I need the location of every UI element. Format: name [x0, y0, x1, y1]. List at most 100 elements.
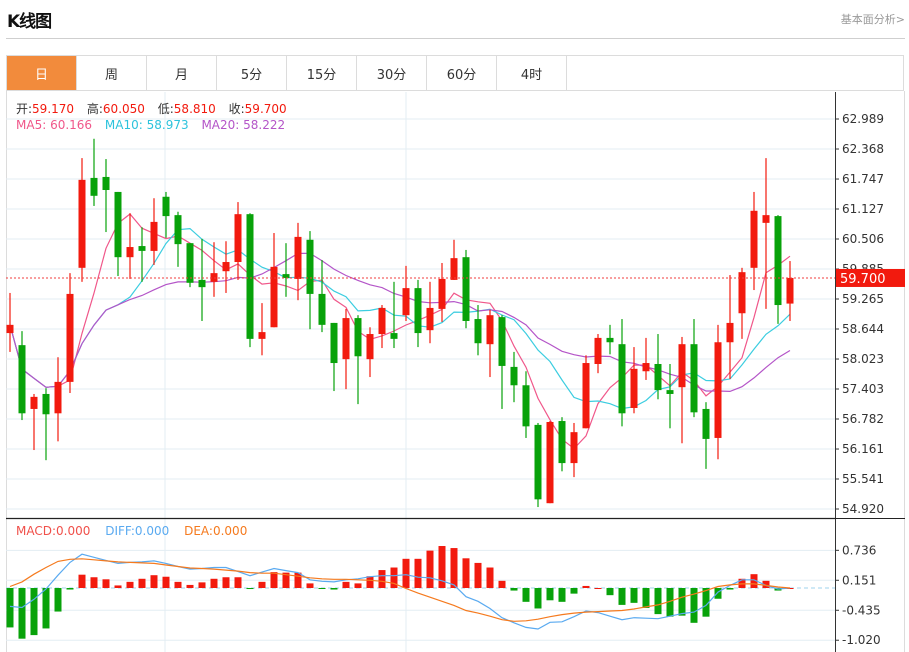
- macd-bar: [294, 572, 302, 588]
- candle: [102, 159, 110, 233]
- macd-bar: [6, 588, 14, 628]
- macd-bar: [498, 580, 506, 588]
- macd-bar: [222, 577, 230, 588]
- macd-bar: [714, 588, 722, 599]
- candle: [474, 305, 482, 356]
- candle-body: [714, 342, 722, 438]
- candle-body: [354, 318, 362, 357]
- price-tick-label: 54.920: [842, 502, 884, 516]
- macd-bar: [426, 550, 434, 588]
- macd-tick-label: 0.736: [842, 543, 876, 557]
- macd-bar: [366, 576, 374, 588]
- macd-bar: [114, 585, 122, 588]
- macd-bar: [66, 588, 74, 590]
- candle: [174, 211, 182, 267]
- close-value: 59.700: [244, 102, 287, 116]
- price-tick-label: 58.644: [842, 322, 884, 336]
- candle: [186, 243, 194, 288]
- macd-bar: [642, 588, 650, 608]
- candle-body: [762, 215, 770, 223]
- kline-chart[interactable]: 62.98962.36861.74761.12760.50659.88559.2…: [0, 0, 909, 652]
- candle-body: [546, 422, 554, 504]
- macd-bar: [54, 588, 62, 612]
- macd-bar: [594, 588, 602, 589]
- candle: [486, 309, 494, 378]
- candle: [462, 249, 470, 329]
- candle: [618, 319, 626, 427]
- macd-bar: [186, 584, 194, 588]
- price-tick-label: 55.541: [842, 472, 884, 486]
- price-tick-label: 59.265: [842, 292, 884, 306]
- candle: [426, 281, 434, 344]
- macd-bar: [270, 572, 278, 588]
- candle-body: [294, 236, 302, 279]
- macd-bar: [150, 575, 158, 588]
- macd-bar: [18, 588, 26, 639]
- macd-bar: [462, 558, 470, 588]
- ma20-line: [9, 252, 791, 393]
- candle-body: [162, 196, 170, 217]
- current-price-label: 59.700: [840, 272, 886, 287]
- candle: [366, 327, 374, 378]
- candle-body: [366, 334, 374, 360]
- candle-body: [438, 278, 446, 309]
- macd-legend: MACD:0.000 DIFF:0.000 DEA:0.000: [16, 524, 247, 538]
- candle: [570, 422, 578, 478]
- macd-bar: [378, 570, 386, 588]
- price-tick-label: 61.747: [842, 172, 884, 186]
- ma-legend: MA5: 60.166 MA10: 58.973 MA20: 58.222: [16, 118, 285, 132]
- candle: [6, 292, 14, 352]
- candle: [522, 371, 530, 438]
- candle: [438, 262, 446, 322]
- candle-body: [30, 396, 38, 409]
- candle: [654, 334, 662, 400]
- macd-bar: [258, 581, 266, 588]
- candle-body: [54, 381, 62, 414]
- high-value: 60.050: [102, 102, 145, 116]
- candle-body: [726, 322, 734, 343]
- macd-bar: [354, 583, 362, 588]
- candle-body: [702, 408, 710, 439]
- candle-body: [282, 274, 290, 278]
- macd-bar: [726, 588, 734, 590]
- candle: [150, 198, 158, 265]
- candle-body: [426, 307, 434, 331]
- candle: [630, 347, 638, 414]
- candle: [330, 322, 338, 392]
- close-label: 收:: [228, 102, 245, 116]
- price-tick-label: 60.506: [842, 232, 884, 246]
- price-tick-label: 57.403: [842, 382, 884, 396]
- candle-body: [174, 215, 182, 245]
- candle-body: [522, 385, 530, 427]
- price-tick-label: 62.989: [842, 112, 884, 126]
- macd-bar: [618, 588, 626, 605]
- candle-body: [234, 214, 242, 263]
- candle: [54, 357, 62, 442]
- candle: [246, 213, 254, 348]
- dea-label: DEA:: [184, 524, 213, 538]
- candle-body: [222, 262, 230, 272]
- ohlc-legend: 开:59.170 高:60.050 低:58.810 收:59.700: [16, 100, 287, 117]
- macd-bar: [450, 548, 458, 588]
- candle: [774, 215, 782, 324]
- candle: [114, 191, 122, 277]
- macd-tick-label: -1.020: [842, 633, 881, 647]
- candle-body: [186, 243, 194, 283]
- candle-body: [90, 177, 98, 196]
- candle-body: [690, 344, 698, 413]
- macd-tick-label: 0.151: [842, 573, 876, 587]
- candle-body: [582, 363, 590, 429]
- macd-bar: [414, 558, 422, 588]
- candle-body: [270, 266, 278, 328]
- macd-bar: [30, 588, 38, 636]
- macd-bar: [654, 588, 662, 615]
- candle: [198, 238, 206, 321]
- candle-body: [510, 366, 518, 386]
- candle-body: [654, 364, 662, 391]
- ma20-label: MA20:: [201, 118, 240, 132]
- candle: [162, 191, 170, 238]
- diff-label: DIFF:: [105, 524, 135, 538]
- candle-body: [498, 317, 506, 366]
- candle: [402, 265, 410, 321]
- macd-bar: [198, 582, 206, 588]
